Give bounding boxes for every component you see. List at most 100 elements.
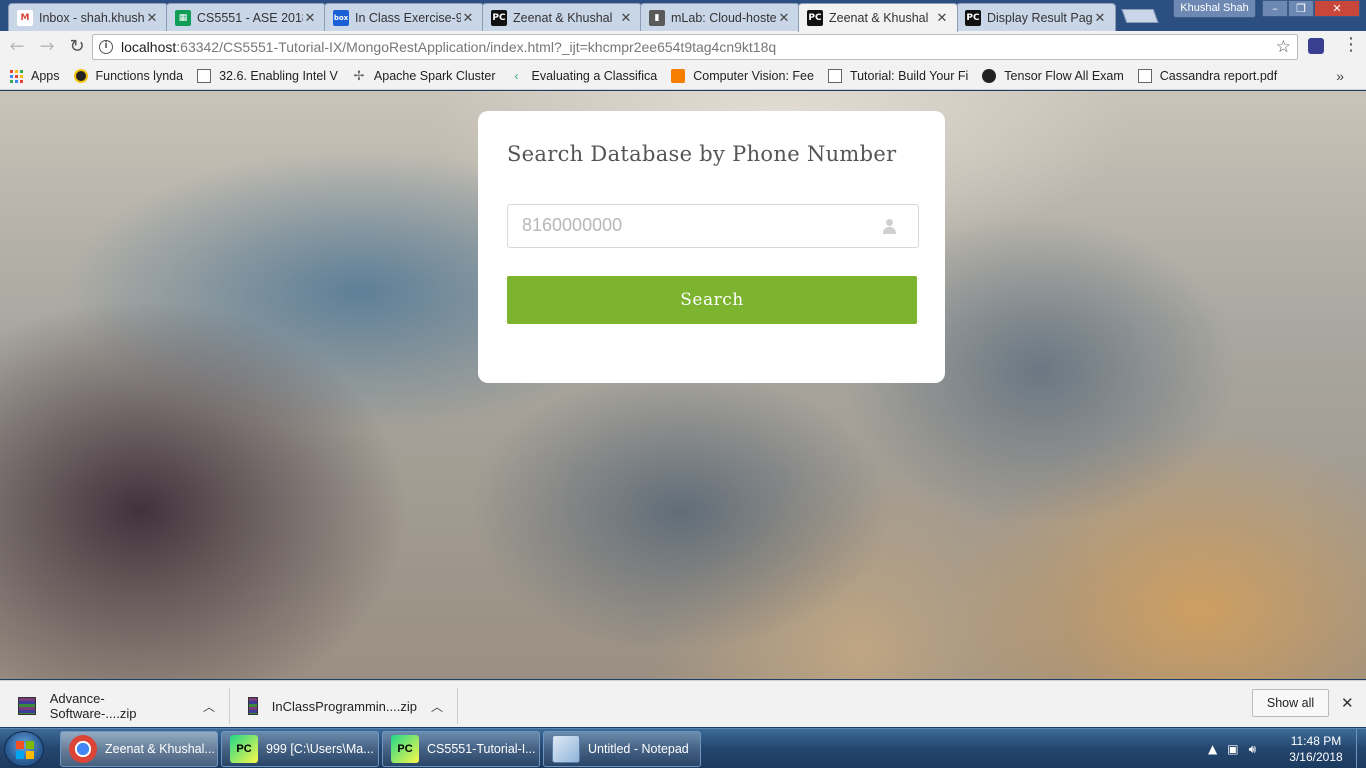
taskbar-label: CS5551-Tutorial-I...	[427, 742, 536, 756]
volume-icon[interactable]: 🔊︎	[1249, 742, 1257, 757]
bookmark-label: Tutorial: Build Your Fi	[849, 69, 969, 83]
url-text: localhost:63342/CS5551-Tutorial-IX/Mongo…	[121, 39, 776, 55]
taskbar-item-chrome[interactable]: Zeenat & Khushal...	[60, 731, 218, 767]
taskbar-label: Untitled - Notepad	[588, 742, 689, 756]
bookmark-label: Cassandra report.pdf	[1159, 69, 1278, 83]
start-button[interactable]	[4, 731, 44, 767]
windows-taskbar: Zeenat & Khushal... PC 999 [C:\Users\Ma.…	[0, 728, 1366, 768]
lynda-icon	[73, 69, 88, 83]
back-button[interactable]: ←	[4, 34, 30, 60]
taskbar-label: Zeenat & Khushal...	[105, 742, 215, 756]
bookmark-label: 32.6. Enabling Intel V	[219, 69, 338, 83]
taskbar-item-pycharm-tutorial[interactable]: PC CS5551-Tutorial-I...	[382, 731, 540, 767]
clock-time: 11:48 PM	[1290, 734, 1342, 748]
tab-zeenat-khushal-1[interactable]: PC Zeenat & Khushal ✕	[482, 3, 642, 31]
gmail-icon: M	[17, 9, 33, 26]
tab-title: mLab: Cloud-hoste	[671, 10, 777, 25]
close-icon[interactable]: ✕	[1093, 10, 1107, 26]
bookmark-label: Apps	[31, 69, 60, 83]
sheets-icon: ▦	[175, 9, 191, 26]
bookmark-tutorial[interactable]: Tutorial: Build Your Fi	[827, 69, 969, 83]
forward-button[interactable]: →	[34, 34, 60, 60]
box-icon: box	[333, 9, 349, 26]
pycharm-icon: PC	[391, 735, 419, 763]
phone-field[interactable]	[507, 204, 919, 248]
bookmark-apache-spark[interactable]: ✢ Apache Spark Cluster	[352, 68, 495, 84]
pycharm-icon: PC	[965, 9, 981, 26]
bookmark-evaluating-classifier[interactable]: ‹ Evaluating a Classifica	[510, 69, 658, 83]
minimize-button[interactable]: –	[1262, 0, 1288, 17]
tab-in-class-exercise[interactable]: box In Class Exercise-9 ✕	[324, 3, 484, 31]
tab-title: Zeenat & Khushal	[829, 11, 929, 25]
show-all-button[interactable]: Show all	[1252, 689, 1329, 717]
restore-button[interactable]: ❐	[1288, 0, 1314, 17]
search-button[interactable]: Search	[507, 276, 917, 324]
network-icon[interactable]: ▣	[1227, 742, 1238, 756]
close-icon[interactable]: ✕	[935, 10, 949, 26]
tab-inbox[interactable]: M Inbox - shah.khusha ✕	[8, 3, 168, 31]
bookmarks-bar: Apps Functions lynda 32.6. Enabling Inte…	[0, 63, 1366, 90]
tab-zeenat-khushal-active[interactable]: PC Zeenat & Khushal ✕	[798, 3, 958, 32]
bookmark-cassandra-report[interactable]: Cassandra report.pdf	[1137, 69, 1278, 83]
bookmark-computer-vision[interactable]: Computer Vision: Fee	[671, 69, 814, 83]
bookmark-label: Computer Vision: Fee	[693, 69, 814, 83]
tab-strip: M Inbox - shah.khusha ✕ ▦ CS5551 - ASE 2…	[0, 0, 1366, 32]
taskbar-label: 999 [C:\Users\Ma...	[266, 742, 374, 756]
bookmark-star-icon[interactable]: ☆	[1276, 37, 1291, 57]
bookmark-label: Functions lynda	[95, 69, 184, 83]
tab-display-result[interactable]: PC Display Result Pag ✕	[956, 3, 1116, 31]
clock[interactable]: 11:48 PM 3/16/2018	[1284, 733, 1348, 765]
system-tray: ▲ ▣ 🔊︎	[1208, 729, 1266, 768]
close-icon[interactable]: ✕	[145, 10, 159, 26]
bookmark-tensorflow[interactable]: Tensor Flow All Exam	[982, 69, 1124, 83]
zip-file-icon	[18, 697, 36, 715]
download-filename: InClassProgrammin....zip	[271, 698, 417, 714]
pycharm-icon: PC	[807, 10, 823, 26]
close-icon[interactable]: ✕	[1341, 694, 1354, 712]
notepad-icon	[552, 735, 580, 763]
pycharm-icon: PC	[230, 735, 258, 763]
show-desktop-button[interactable]	[1356, 729, 1366, 768]
bookmark-label: Tensor Flow All Exam	[1004, 69, 1124, 83]
tab-ase-sheet[interactable]: ▦ CS5551 - ASE 2018 ✕	[166, 3, 326, 31]
page-icon	[1137, 69, 1152, 83]
bookmark-functions-lynda[interactable]: Functions lynda	[73, 69, 184, 83]
close-icon[interactable]: ✕	[619, 10, 633, 26]
chevron-up-icon[interactable]: ︿	[431, 698, 443, 715]
github-icon	[982, 69, 997, 83]
address-bar[interactable]: i localhost:63342/CS5551-Tutorial-IX/Mon…	[92, 34, 1298, 60]
chevron-up-icon[interactable]: ︿	[203, 698, 215, 715]
profile-button[interactable]: Khushal Shah	[1173, 0, 1256, 18]
phone-input[interactable]	[508, 205, 868, 245]
download-filename: Advance-Software-....zip	[49, 691, 137, 721]
extension-icon[interactable]	[1308, 38, 1324, 54]
taskbar-item-notepad[interactable]: Untitled - Notepad	[543, 731, 701, 767]
tray-expand-icon[interactable]: ▲	[1208, 742, 1217, 756]
search-card: Search Database by Phone Number Search	[478, 111, 945, 383]
tab-title: Zeenat & Khushal	[513, 10, 613, 25]
bookmark-label: Evaluating a Classifica	[531, 69, 658, 83]
tab-mlab[interactable]: ▮ mLab: Cloud-hoste ✕	[640, 3, 800, 31]
page-icon	[197, 69, 212, 83]
bookmark-enabling-intel[interactable]: 32.6. Enabling Intel V	[197, 69, 338, 83]
zip-file-icon	[248, 697, 258, 715]
chevron-right-icon[interactable]: »	[1336, 68, 1344, 84]
close-icon[interactable]: ✕	[303, 10, 317, 26]
chrome-menu-icon[interactable]: ⋮	[1342, 36, 1360, 54]
download-item[interactable]: InClassProgrammin....zip ︿	[230, 688, 458, 724]
page-background: Search Database by Phone Number Search	[0, 91, 1366, 679]
spark-icon: ✢	[353, 68, 365, 83]
taskbar-item-pycharm-999[interactable]: PC 999 [C:\Users\Ma...	[221, 731, 379, 767]
reload-button[interactable]: ↻	[64, 34, 90, 60]
close-icon[interactable]: ✕	[461, 10, 475, 26]
download-item[interactable]: Advance-Software-....zip ︿	[0, 688, 230, 724]
bookmark-apps[interactable]: Apps	[10, 69, 60, 83]
new-tab-button[interactable]	[1121, 9, 1159, 23]
window-controls: – ❐ ✕	[1262, 0, 1360, 17]
info-icon[interactable]: i	[99, 40, 113, 54]
apps-grid-icon	[10, 69, 23, 83]
close-icon[interactable]: ✕	[777, 10, 791, 26]
blogger-icon	[671, 69, 686, 83]
window-close-button[interactable]: ✕	[1314, 0, 1360, 17]
user-icon	[882, 219, 896, 235]
